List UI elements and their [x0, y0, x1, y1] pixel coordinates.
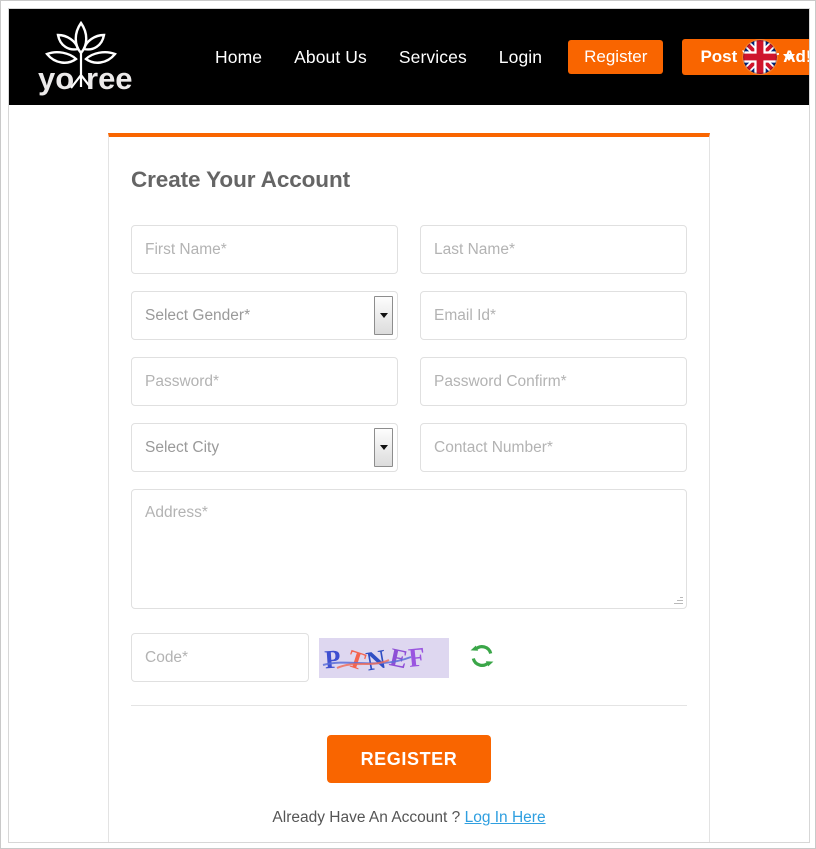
- form-divider: [131, 705, 687, 706]
- address-textarea[interactable]: [131, 489, 687, 609]
- submit-row: REGISTER: [131, 735, 687, 783]
- form-row-gender-email: Select Gender*: [131, 291, 687, 340]
- nav-link-about-us[interactable]: About Us: [278, 47, 383, 68]
- gender-select[interactable]: Select Gender*: [131, 291, 398, 340]
- registration-form: Select Gender*: [131, 225, 687, 827]
- contact-number-input[interactable]: [420, 423, 687, 472]
- city-select[interactable]: Select City: [131, 423, 398, 472]
- chevron-down-icon: [374, 296, 393, 335]
- login-prompt-text: Already Have An Account ?: [272, 809, 461, 826]
- form-row-name: [131, 225, 687, 274]
- email-input[interactable]: [420, 291, 687, 340]
- captcha-image: P T N E F: [319, 637, 449, 678]
- browser-viewport: yo ree Home About Us Services Login Regi…: [0, 0, 816, 849]
- password-confirm-input[interactable]: [420, 357, 687, 406]
- site-header: yo ree Home About Us Services Login Regi…: [9, 9, 809, 105]
- nav-register-button[interactable]: Register: [568, 40, 664, 74]
- nav-link-login[interactable]: Login: [483, 47, 558, 68]
- nav-link-home[interactable]: Home: [199, 47, 278, 68]
- page-frame: yo ree Home About Us Services Login Regi…: [8, 8, 810, 843]
- city-select-value: Select City: [145, 438, 220, 456]
- form-row-city-contact: Select City: [131, 423, 687, 472]
- chevron-down-icon: [374, 428, 393, 467]
- brand-text-after: ree: [86, 61, 133, 96]
- brand-text-before: yo: [38, 61, 74, 96]
- registration-card: Create Your Account Select Gender*: [108, 133, 710, 842]
- last-name-input[interactable]: [420, 225, 687, 274]
- form-row-passwords: [131, 357, 687, 406]
- first-name-input[interactable]: [131, 225, 398, 274]
- main-navigation: Home About Us Services Login Register Po…: [199, 9, 809, 105]
- captcha-char-1: P: [324, 644, 342, 674]
- register-submit-button[interactable]: REGISTER: [326, 735, 492, 783]
- captcha-refresh-button[interactable]: [467, 643, 497, 673]
- nav-link-services[interactable]: Services: [383, 47, 483, 68]
- log-in-here-link[interactable]: Log In Here: [465, 809, 546, 826]
- form-row-address: [131, 489, 687, 609]
- gender-select-value: Select Gender*: [145, 306, 251, 324]
- refresh-icon: [469, 643, 495, 672]
- page-title: Create Your Account: [131, 167, 350, 192]
- uk-flag-icon: [743, 40, 777, 74]
- captcha-code-input[interactable]: [131, 633, 309, 682]
- brand-logo[interactable]: yo ree: [21, 15, 141, 97]
- language-selector[interactable]: [743, 40, 795, 74]
- captcha-row: P T N E F: [131, 633, 687, 682]
- password-input[interactable]: [131, 357, 398, 406]
- page-content: Create Your Account Select Gender*: [9, 105, 809, 842]
- login-prompt-row: Already Have An Account ? Log In Here: [131, 809, 687, 827]
- chevron-down-icon: [783, 53, 795, 61]
